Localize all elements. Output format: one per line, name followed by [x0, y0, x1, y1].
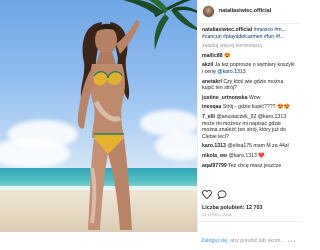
caption: nataliasiwiec.official #mexico #m... #ca… — [202, 27, 296, 40]
avatar[interactable] — [202, 5, 215, 18]
login-prompt: Zaloguj się, aby polubić lub skom... — [201, 238, 285, 244]
comment-text: @elisa175 mam M za 44zł — [227, 143, 289, 150]
comment-item: justine_urtnowska Wow — [202, 95, 296, 102]
heart-icon[interactable] — [202, 190, 212, 199]
login-bar: Zaloguj się, aby polubić lub skom... ··· — [197, 232, 300, 250]
comment-item: anetakrl Czy ktoś wie gdzie można kupić … — [202, 79, 296, 92]
comment-text: @anusiaczek_92 @karo.1313 może mi możesz… — [202, 114, 287, 140]
post-date: 31 LIPIEC 2016 — [202, 213, 232, 217]
more-options-icon[interactable]: ··· — [288, 238, 297, 245]
login-prompt-text: , aby polubić lub skom... — [227, 238, 285, 244]
woman-figure-graphic — [77, 20, 140, 230]
comment-item: nikola_wo @karo.1313 ❤️ — [202, 153, 296, 160]
comment-username[interactable]: karo.1313 — [202, 143, 226, 149]
comment-username[interactable]: inesqaa — [202, 104, 221, 110]
comment-username[interactable]: mailic88 — [202, 53, 222, 59]
comment-username[interactable]: akzil — [202, 62, 213, 68]
post-side-panel: nataliasiwiec.official nataliasiwiec.off… — [197, 0, 301, 232]
login-link[interactable]: Zaloguj się — [201, 238, 227, 244]
comment-icon[interactable] — [217, 190, 227, 199]
comment-username[interactable]: nikola_wo — [202, 153, 227, 159]
divider — [198, 221, 301, 222]
comment-item: inesqaa Strój - gdzie kupić???? 😍😍 — [202, 104, 296, 111]
comment-item: karo.1313 @elisa175 mam M za 44zł — [202, 143, 296, 150]
post-username[interactable]: nataliasiwiec.official — [219, 8, 271, 15]
comment-item: 7_elli @anusiaczek_92 @karo.1313 może mi… — [202, 114, 296, 140]
post-actions — [202, 190, 227, 199]
comment-text: Też chcę masz jeszcze — [228, 162, 282, 169]
comment-username[interactable]: 7_elli — [202, 114, 215, 120]
comment-mention[interactable]: @karo.1313 — [217, 69, 245, 75]
comment-item: aqal97799 Też chcę masz jeszcze — [202, 163, 296, 170]
comment-text: Strój - gdzie kupić???? 😍😍 — [222, 104, 290, 111]
post-header: nataliasiwiec.official — [198, 0, 300, 24]
post-photo[interactable] — [0, 0, 197, 232]
comment-text: Ja też poproszę o wymiary koszyki i cenę — [202, 62, 295, 75]
caption-username[interactable]: nataliasiwiec.official — [202, 27, 252, 33]
comment-text: Wow — [249, 94, 261, 101]
bottom-spacer — [0, 232, 197, 250]
comment-item: akzil Ja też poproszę o wymiary koszyki … — [202, 62, 296, 75]
load-more-comments-link[interactable]: załaduj więcej komentarzy — [202, 43, 296, 50]
comment-username[interactable]: aqal97799 — [202, 163, 227, 169]
comments-list[interactable]: nataliasiwiec.official #mexico #m... #ca… — [198, 24, 300, 184]
comment-text: 😍 — [223, 52, 231, 59]
comment-username[interactable]: justine_urtnowska — [202, 95, 248, 101]
comment-username[interactable]: anetakrl — [202, 79, 222, 85]
likes-count[interactable]: Liczba polubień: 12 703 — [202, 205, 263, 212]
comment-text: @karo.1313 ❤️ — [228, 153, 265, 159]
comment-item: mailic88 😍 — [202, 53, 296, 60]
